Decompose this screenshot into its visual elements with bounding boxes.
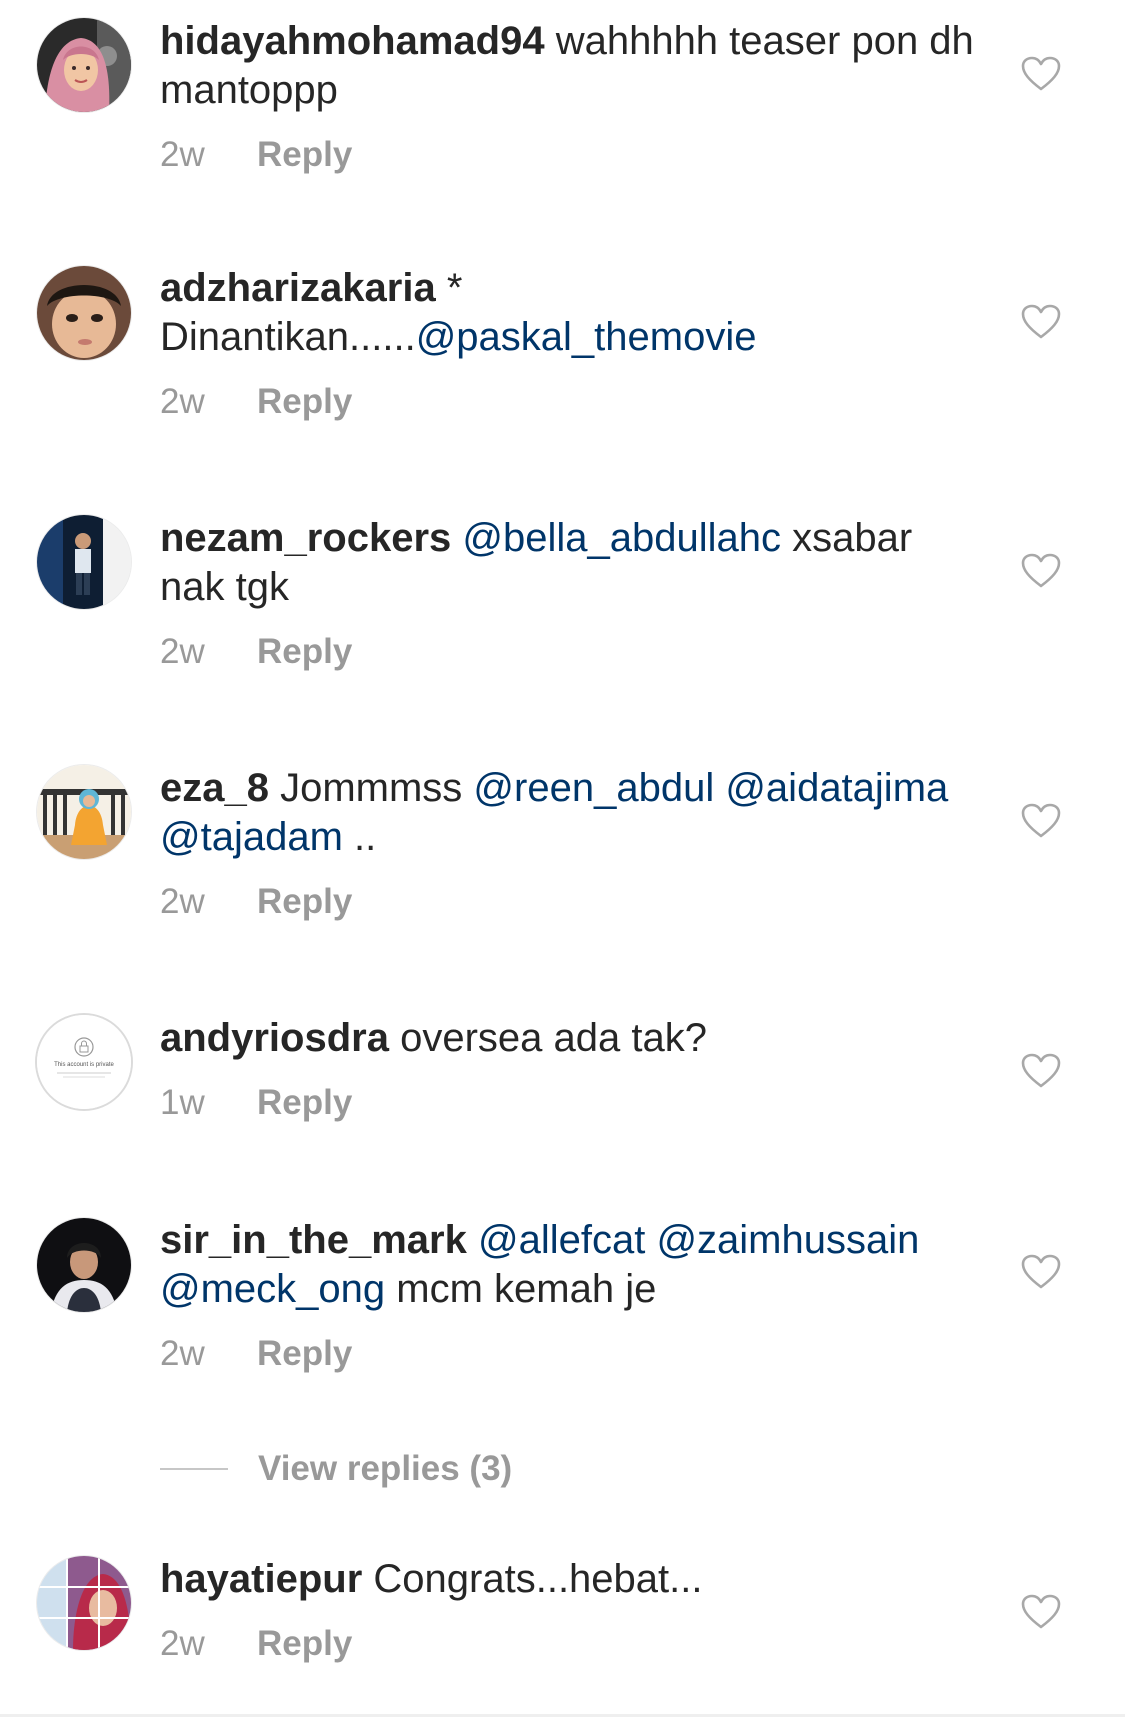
comment-username[interactable]: andyriosdra bbox=[160, 1016, 389, 1060]
comment-meta: 2w Reply bbox=[160, 382, 980, 422]
mention-link[interactable]: @bella_abdullahc bbox=[462, 516, 781, 560]
comment-text: eza_8 Jommmss @reen_abdul @aidatajima @t… bbox=[160, 764, 980, 862]
comment-username[interactable]: hayatiepur bbox=[160, 1557, 362, 1601]
heart-outline-icon[interactable] bbox=[1021, 803, 1061, 839]
view-replies-button[interactable]: View replies (3) bbox=[160, 1447, 512, 1491]
comment-username[interactable]: adzharizakaria bbox=[160, 266, 436, 310]
comment-meta: 2w Reply bbox=[160, 1334, 980, 1374]
comment-timestamp: 2w bbox=[160, 382, 205, 421]
reply-button[interactable]: Reply bbox=[257, 882, 352, 921]
private-account-caption: This account is private bbox=[54, 1062, 114, 1068]
comment-text: hidayahmohamad94 wahhhhh teaser pon dh m… bbox=[160, 17, 980, 115]
avatar[interactable] bbox=[37, 1556, 131, 1650]
comment-body bbox=[714, 766, 725, 810]
comment-body: Dinantikan...... bbox=[160, 315, 416, 359]
comment-meta: 2w Reply bbox=[160, 135, 980, 175]
comment-text: nezam_rockers @bella_abdullahc xsabar na… bbox=[160, 514, 980, 612]
mention-link[interactable]: @zaimhussain bbox=[656, 1218, 919, 1262]
comment-text: hayatiepur Congrats...hebat... bbox=[160, 1555, 980, 1604]
comment-timestamp: 2w bbox=[160, 1334, 205, 1373]
reply-button[interactable]: Reply bbox=[257, 1083, 352, 1122]
comment-text: sir_in_the_mark @allefcat @zaimhussain @… bbox=[160, 1216, 980, 1314]
comment-timestamp: 2w bbox=[160, 632, 205, 671]
comment-text: andyriosdra oversea ada tak? bbox=[160, 1014, 980, 1063]
comment-body bbox=[451, 516, 462, 560]
private-account-avatar[interactable]: This account is private bbox=[37, 1015, 131, 1109]
mention-link[interactable]: @paskal_themovie bbox=[416, 315, 757, 359]
comment-timestamp: 2w bbox=[160, 882, 205, 921]
mention-link[interactable]: @aidatajima bbox=[725, 766, 948, 810]
heart-outline-icon[interactable] bbox=[1021, 56, 1061, 92]
heart-outline-icon[interactable] bbox=[1021, 304, 1061, 340]
comment-timestamp: 1w bbox=[160, 1083, 205, 1122]
avatar[interactable] bbox=[37, 765, 131, 859]
comment-body: oversea ada tak? bbox=[388, 1016, 707, 1060]
comments-list: hidayahmohamad94 wahhhhh teaser pon dh m… bbox=[0, 0, 1125, 1717]
comment-username[interactable]: eza_8 bbox=[160, 766, 269, 810]
avatar[interactable] bbox=[37, 18, 131, 112]
comment-body: .. bbox=[342, 815, 377, 859]
comment-body: Congrats...hebat... bbox=[362, 1557, 703, 1601]
comment-username[interactable]: hidayahmohamad94 bbox=[160, 19, 545, 63]
mention-link[interactable]: @tajadam bbox=[160, 815, 343, 859]
reply-button[interactable]: Reply bbox=[257, 382, 352, 421]
comment-meta: 2w Reply bbox=[160, 632, 980, 672]
heart-outline-icon[interactable] bbox=[1021, 1053, 1061, 1089]
reply-button[interactable]: Reply bbox=[257, 1624, 352, 1663]
reply-button[interactable]: Reply bbox=[257, 1334, 352, 1373]
comment-username[interactable]: sir_in_the_mark bbox=[160, 1218, 467, 1262]
comment-body: * bbox=[435, 266, 463, 310]
comment-username[interactable]: nezam_rockers bbox=[160, 516, 451, 560]
view-replies-divider bbox=[160, 1468, 228, 1470]
comment-meta: 2w Reply bbox=[160, 1624, 980, 1664]
mention-link[interactable]: @allefcat bbox=[478, 1218, 645, 1262]
heart-outline-icon[interactable] bbox=[1021, 1254, 1061, 1290]
comment-body bbox=[467, 1218, 478, 1262]
reply-button[interactable]: Reply bbox=[257, 632, 352, 671]
mention-link[interactable]: @meck_ong bbox=[160, 1267, 385, 1311]
comment-body: Jommmss bbox=[268, 766, 474, 810]
avatar[interactable] bbox=[37, 515, 131, 609]
avatar[interactable] bbox=[37, 266, 131, 360]
comment-meta: 1w Reply bbox=[160, 1083, 980, 1123]
mention-link[interactable]: @reen_abdul bbox=[473, 766, 714, 810]
avatar[interactable] bbox=[37, 1218, 131, 1312]
comment-body: mcm kemah je bbox=[385, 1267, 657, 1311]
heart-outline-icon[interactable] bbox=[1021, 553, 1061, 589]
comment-meta: 2w Reply bbox=[160, 882, 980, 922]
comment-timestamp: 2w bbox=[160, 1624, 205, 1663]
reply-button[interactable]: Reply bbox=[257, 135, 352, 174]
comment-body bbox=[645, 1218, 656, 1262]
heart-outline-icon[interactable] bbox=[1021, 1594, 1061, 1630]
comment-timestamp: 2w bbox=[160, 135, 205, 174]
view-replies-label[interactable]: View replies (3) bbox=[258, 1449, 512, 1489]
comment-text: adzharizakaria * Dinantikan......@paskal… bbox=[160, 264, 980, 362]
